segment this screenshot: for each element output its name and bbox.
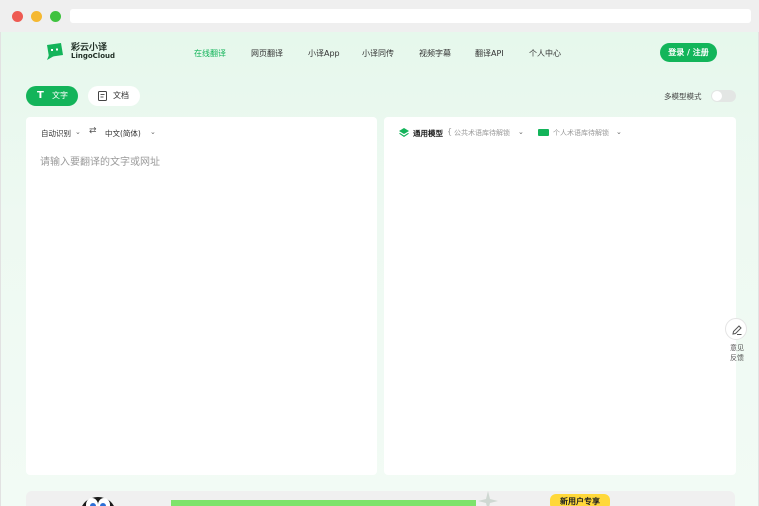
minimize-window-button[interactable] <box>31 11 42 22</box>
sparkle-icon <box>478 491 498 506</box>
feedback-button[interactable] <box>725 318 747 340</box>
promo-banner[interactable]: 新用户专享 <box>26 491 735 506</box>
promo-bar <box>171 500 476 506</box>
tab-text-label: 文字 <box>52 91 68 100</box>
model-select[interactable]: 通用模型 <box>413 128 443 139</box>
address-bar[interactable] <box>70 9 751 23</box>
term-base-icon <box>538 129 549 136</box>
chevron-down-icon[interactable]: ⌄ <box>616 128 622 136</box>
text-icon: T <box>37 90 44 101</box>
swap-languages-icon[interactable]: ⇄ <box>89 126 97 136</box>
new-user-badge: 新用户专享 <box>550 494 610 506</box>
brand-name-en[interactable]: LingoCloud <box>71 52 115 60</box>
page: 彩云小译 LingoCloud 在线翻译 网页翻译 小译App 小译同传 视频字… <box>0 32 759 506</box>
feedback-label-line1: 意见 <box>730 344 744 352</box>
nav-app[interactable]: 小译App <box>308 48 340 59</box>
nav-online-translate[interactable]: 在线翻译 <box>194 48 226 59</box>
nav-api[interactable]: 翻译API <box>475 48 504 59</box>
login-register-button[interactable]: 登录 / 注册 <box>660 43 717 62</box>
model-layers-icon <box>399 128 409 137</box>
nav-personal-center[interactable]: 个人中心 <box>529 48 561 59</box>
browser-chrome <box>0 0 759 32</box>
nav-video-subtitles[interactable]: 视频字幕 <box>419 48 451 59</box>
target-panel: 通用模型 { 公共术语库待解锁 ⌄ 个人术语库待解锁 ⌄ <box>384 117 736 475</box>
maximize-window-button[interactable] <box>50 11 61 22</box>
multi-model-toggle[interactable] <box>711 90 736 102</box>
pencil-icon <box>732 325 742 335</box>
nav-simultaneous[interactable]: 小译同传 <box>362 48 394 59</box>
chevron-down-icon[interactable]: ⌄ <box>518 128 524 136</box>
tab-text[interactable]: T 文字 <box>26 86 78 106</box>
chevron-down-icon[interactable]: ⌄ <box>150 128 156 136</box>
multi-model-label: 多模型模式 <box>664 92 702 101</box>
logo-icon[interactable] <box>45 41 65 61</box>
tab-document[interactable]: 文档 <box>88 86 140 106</box>
personal-term-base-select[interactable]: 个人术语库待解锁 <box>553 128 609 138</box>
nav-web-translate[interactable]: 网页翻译 <box>251 48 283 59</box>
mascot-illustration <box>82 497 114 506</box>
tab-document-label: 文档 <box>113 91 129 100</box>
source-panel: 自动识别 ⌄ ⇄ 中文(简体) ⌄ 请输入要翻译的文字或网址 <box>26 117 377 475</box>
document-icon <box>98 91 107 101</box>
source-language-select[interactable]: 自动识别 <box>41 128 71 139</box>
chevron-down-icon[interactable]: ⌄ <box>75 128 81 136</box>
public-term-base-select[interactable]: 公共术语库待解锁 <box>454 128 510 138</box>
close-window-button[interactable] <box>12 11 23 22</box>
brace-icon: { <box>447 127 453 136</box>
source-text-input[interactable]: 请输入要翻译的文字或网址 <box>40 153 160 168</box>
feedback-label[interactable]: 意见 反馈 <box>728 343 746 363</box>
feedback-label-line2: 反馈 <box>730 354 744 362</box>
target-language-select[interactable]: 中文(简体) <box>105 128 141 139</box>
